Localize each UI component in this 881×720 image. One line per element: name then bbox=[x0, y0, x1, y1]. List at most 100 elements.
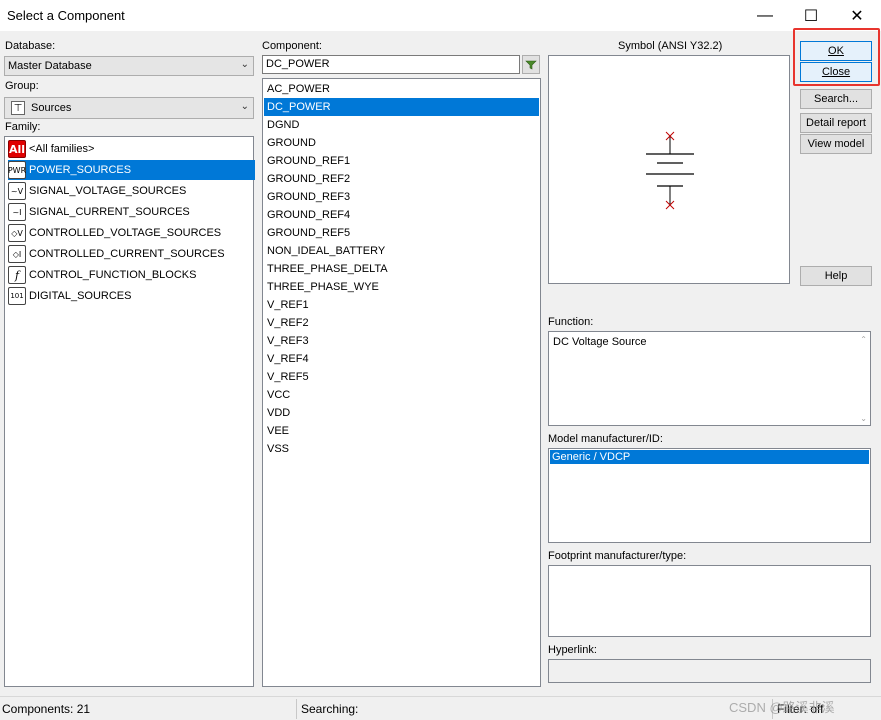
component-label: Component: bbox=[262, 40, 322, 52]
family-list[interactable]: All <All families> PWR POWER_SOURCES ~V … bbox=[4, 136, 255, 687]
view-model-button[interactable]: View model bbox=[800, 134, 872, 154]
component-item[interactable]: VEE bbox=[264, 422, 539, 440]
model-item[interactable]: Generic / VDCP bbox=[550, 450, 869, 464]
group-label: Group: bbox=[5, 80, 39, 92]
family-item-signal-voltage-sources[interactable]: ~V SIGNAL_VOLTAGE_SOURCES bbox=[8, 181, 255, 201]
chevron-down-icon: ⌄ bbox=[240, 59, 249, 70]
search-label: Search... bbox=[813, 93, 859, 105]
family-item-label: DIGITAL_SOURCES bbox=[29, 290, 132, 302]
help-label: Help bbox=[824, 270, 848, 282]
database-value: Master Database bbox=[8, 60, 92, 72]
symbol-label: Symbol (ANSI Y32.2) bbox=[618, 40, 723, 52]
component-search-input[interactable]: DC_POWER bbox=[262, 55, 520, 74]
controlled-current-icon: ◇I bbox=[8, 245, 26, 263]
highlight-frame bbox=[793, 28, 880, 86]
family-item-label: SIGNAL_CURRENT_SOURCES bbox=[29, 206, 190, 218]
component-item[interactable]: NON_IDEAL_BATTERY bbox=[264, 242, 539, 260]
search-button[interactable]: Search... bbox=[800, 89, 872, 109]
family-item-label: CONTROLLED_VOLTAGE_SOURCES bbox=[29, 227, 222, 239]
filter-button[interactable] bbox=[522, 55, 540, 74]
family-item-signal-current-sources[interactable]: ~I SIGNAL_CURRENT_SOURCES bbox=[8, 202, 255, 222]
family-item-label: <All families> bbox=[29, 143, 95, 155]
family-item-all[interactable]: All <All families> bbox=[8, 139, 255, 159]
status-divider bbox=[296, 699, 297, 719]
footprint-label: Footprint manufacturer/type: bbox=[548, 550, 687, 562]
digital-source-icon: 101 bbox=[8, 287, 26, 305]
model-list[interactable]: Generic / VDCP bbox=[548, 448, 871, 543]
group-select[interactable]: ⊤ Sources ⌄ bbox=[4, 97, 254, 119]
component-item[interactable]: V_REF4 bbox=[264, 350, 539, 368]
component-item[interactable]: DC_POWER bbox=[264, 98, 539, 116]
hyperlink-label: Hyperlink: bbox=[548, 644, 597, 656]
component-item[interactable]: V_REF2 bbox=[264, 314, 539, 332]
function-block-icon: f bbox=[8, 266, 26, 284]
family-item-label: POWER_SOURCES bbox=[29, 164, 132, 176]
family-item-label: CONTROL_FUNCTION_BLOCKS bbox=[29, 269, 197, 281]
hyperlink-field[interactable] bbox=[548, 659, 871, 683]
status-bar: Components: 21 Searching: Filter: off CS… bbox=[0, 696, 881, 720]
title-bar: Select a Component — ☐ ✕ bbox=[0, 0, 881, 31]
component-item[interactable]: V_REF3 bbox=[264, 332, 539, 350]
help-button[interactable]: Help bbox=[800, 266, 872, 286]
window-title: Select a Component bbox=[7, 8, 125, 23]
component-item[interactable]: V_REF5 bbox=[264, 368, 539, 386]
family-item-controlled-voltage-sources[interactable]: ◇V CONTROLLED_VOLTAGE_SOURCES bbox=[8, 223, 255, 243]
minimize-button[interactable]: — bbox=[742, 0, 788, 31]
family-item-control-function-blocks[interactable]: f CONTROL_FUNCTION_BLOCKS bbox=[8, 265, 255, 285]
component-item[interactable]: GROUND_REF3 bbox=[264, 188, 539, 206]
controlled-voltage-icon: ◇V bbox=[8, 224, 26, 242]
database-select[interactable]: Master Database ⌄ bbox=[4, 56, 254, 76]
component-item[interactable]: DGND bbox=[264, 116, 539, 134]
chevron-down-icon: ⌄ bbox=[240, 101, 249, 112]
detail-report-button[interactable]: Detail report bbox=[800, 113, 872, 133]
function-label: Function: bbox=[548, 316, 594, 328]
component-item[interactable]: GROUND_REF4 bbox=[264, 206, 539, 224]
component-item[interactable]: V_REF1 bbox=[264, 296, 539, 314]
component-item[interactable]: THREE_PHASE_DELTA bbox=[264, 260, 539, 278]
family-item-label: SIGNAL_VOLTAGE_SOURCES bbox=[29, 185, 187, 197]
components-count: Components: 21 bbox=[2, 702, 91, 716]
all-families-icon: All bbox=[8, 140, 26, 158]
component-list[interactable]: AC_POWER DC_POWER DGND GROUND GROUND_REF1 GRO… bbox=[262, 78, 541, 687]
view-model-label: View model bbox=[807, 138, 865, 150]
select-component-dialog: Select a Component — ☐ ✕ Database: Maste… bbox=[0, 0, 881, 720]
component-item[interactable]: VSS bbox=[264, 440, 539, 458]
family-item-controlled-current-sources[interactable]: ◇I CONTROLLED_CURRENT_SOURCES bbox=[8, 244, 255, 264]
scroll-down-icon[interactable]: ⌄ bbox=[860, 414, 867, 423]
component-item[interactable]: AC_POWER bbox=[264, 80, 539, 98]
family-item-power-sources[interactable]: PWR POWER_SOURCES bbox=[8, 160, 255, 180]
family-label: Family: bbox=[5, 121, 41, 133]
component-item[interactable]: VCC bbox=[264, 386, 539, 404]
component-item[interactable]: GROUND bbox=[264, 134, 539, 152]
maximize-button[interactable]: ☐ bbox=[788, 0, 834, 31]
component-item[interactable]: THREE_PHASE_WYE bbox=[264, 278, 539, 296]
component-input-value: DC_POWER bbox=[266, 58, 330, 70]
close-window-button[interactable]: ✕ bbox=[834, 0, 880, 31]
signal-voltage-icon: ~V bbox=[8, 182, 26, 200]
family-item-label: CONTROLLED_CURRENT_SOURCES bbox=[29, 248, 225, 260]
database-label: Database: bbox=[5, 40, 56, 52]
scroll-up-icon[interactable]: ⌃ bbox=[860, 335, 867, 344]
family-item-digital-sources[interactable]: 101 DIGITAL_SOURCES bbox=[8, 286, 255, 306]
component-item[interactable]: GROUND_REF5 bbox=[264, 224, 539, 242]
dc-power-symbol bbox=[646, 131, 694, 210]
function-value: DC Voltage Source bbox=[553, 336, 647, 348]
watermark: CSDN @路溪非溪 bbox=[729, 700, 835, 715]
component-item[interactable]: GROUND_REF1 bbox=[264, 152, 539, 170]
close-icon: ✕ bbox=[850, 7, 864, 25]
searching-status: Searching: bbox=[301, 702, 359, 716]
component-item[interactable]: VDD bbox=[264, 404, 539, 422]
filter-icon bbox=[525, 60, 537, 69]
minimize-icon: — bbox=[757, 6, 773, 24]
component-item[interactable]: GROUND_REF2 bbox=[264, 170, 539, 188]
ground-sources-icon: ⊤ bbox=[11, 101, 25, 115]
signal-current-icon: ~I bbox=[8, 203, 26, 221]
footprint-list[interactable] bbox=[548, 565, 871, 637]
power-sources-icon: PWR bbox=[8, 161, 26, 179]
detail-report-label: Detail report bbox=[806, 117, 866, 129]
maximize-icon: ☐ bbox=[803, 7, 819, 25]
symbol-preview bbox=[548, 55, 790, 284]
function-textbox[interactable]: DC Voltage Source ⌃ ⌄ bbox=[548, 331, 871, 426]
model-label: Model manufacturer/ID: bbox=[548, 433, 663, 445]
group-value: Sources bbox=[31, 102, 72, 114]
